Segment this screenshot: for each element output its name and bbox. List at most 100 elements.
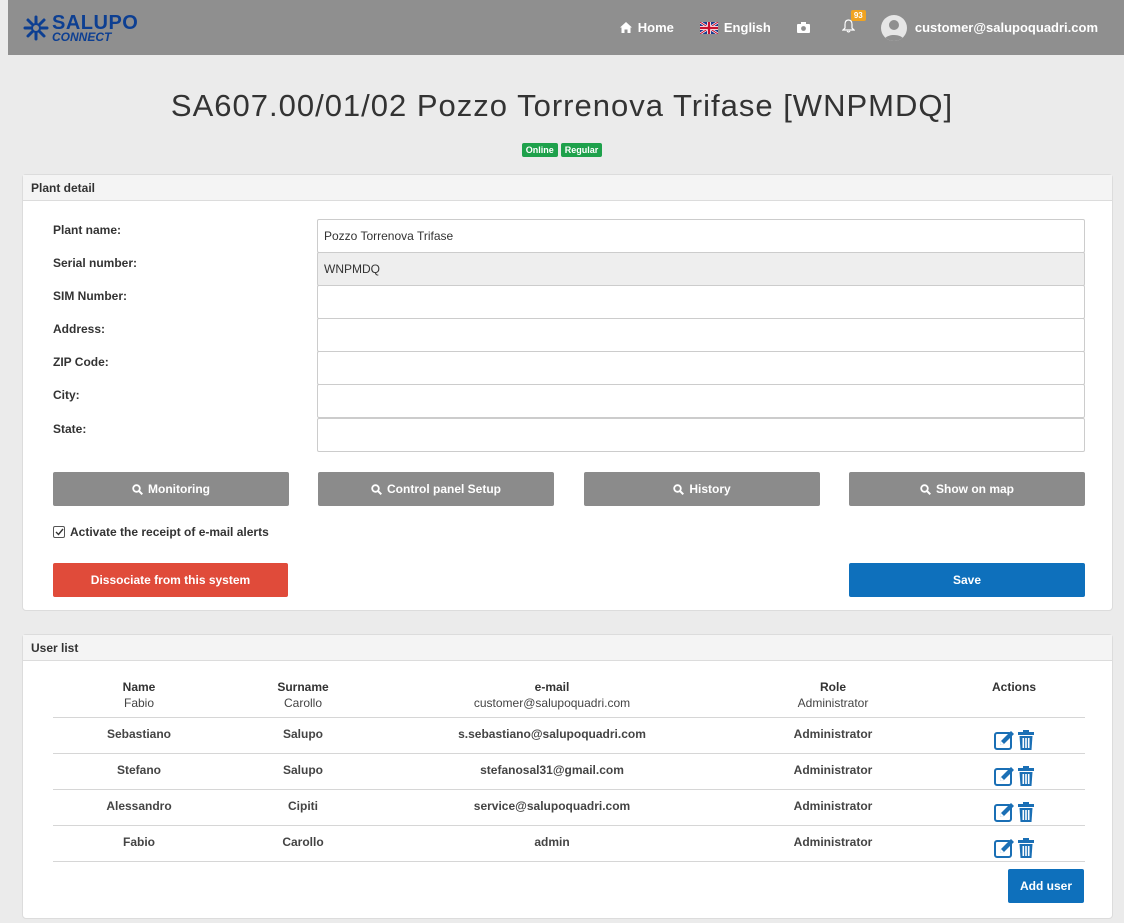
user-surname: Cipiti	[225, 789, 381, 826]
user-surname: Salupo	[225, 717, 381, 754]
edit-icon[interactable]	[994, 766, 1016, 786]
nav-user-menu[interactable]: customer@salupoquadri.com	[880, 14, 1098, 41]
show-on-map-label: Show on map	[936, 482, 1014, 496]
checkbox-checked-icon[interactable]	[53, 526, 65, 538]
user-email: customer@salupoquadri.com	[381, 695, 723, 718]
status-badges: Online Regular	[0, 143, 1124, 157]
nav-notifications[interactable]: 93	[841, 10, 866, 36]
state-input[interactable]	[317, 418, 1085, 452]
nav-language[interactable]: English	[699, 20, 771, 35]
plant-name-row: Plant name:	[53, 219, 1085, 253]
user-table: Name Surname e-mail Role Actions Fabio C…	[53, 679, 1085, 862]
user-role: Administrator	[723, 789, 943, 826]
plant-name-input[interactable]	[317, 219, 1085, 253]
dissociate-button[interactable]: Dissociate from this system	[53, 563, 288, 597]
history-button-label: History	[689, 482, 731, 496]
save-button[interactable]: Save	[849, 563, 1085, 597]
top-navbar: SALUPO CONNECT Home English 93 customer@…	[8, 0, 1124, 55]
add-user-button[interactable]: Add user	[1008, 869, 1084, 903]
state-row: State:	[53, 418, 1085, 452]
table-row: Sebastiano Salupo s.sebastiano@salupoqua…	[53, 717, 1085, 754]
table-row: Fabio Carollo customer@salupoquadri.com …	[53, 695, 1085, 718]
sim-number-label: SIM Number:	[53, 289, 128, 303]
control-panel-setup-button[interactable]: Control panel Setup	[318, 472, 554, 506]
user-email: admin	[381, 825, 723, 862]
user-list-panel: User list Name Surname e-mail Role Actio…	[22, 634, 1113, 919]
user-actions	[943, 717, 1085, 754]
monitoring-button[interactable]: Monitoring	[53, 472, 289, 506]
address-label: Address:	[53, 322, 106, 336]
user-name: Fabio	[53, 695, 225, 718]
zip-code-label: ZIP Code:	[53, 355, 109, 369]
uk-flag-icon	[699, 21, 718, 34]
email-alerts-label: Activate the receipt of e-mail alerts	[70, 525, 269, 539]
zip-code-input[interactable]	[317, 351, 1085, 385]
bell-icon	[841, 19, 856, 36]
user-surname: Carollo	[225, 825, 381, 862]
nav-camera[interactable]	[796, 22, 816, 33]
city-input[interactable]	[317, 384, 1085, 418]
search-icon	[673, 483, 685, 495]
trash-icon[interactable]	[1018, 801, 1034, 822]
nav-home-label: Home	[637, 20, 674, 35]
history-button[interactable]: History	[584, 472, 820, 506]
edit-icon[interactable]	[994, 730, 1016, 750]
user-surname: Carollo	[225, 695, 381, 718]
state-label: State:	[53, 422, 87, 436]
salupo-logo-icon	[23, 15, 49, 40]
plant-detail-header: Plant detail	[23, 175, 1112, 201]
nav-home[interactable]: Home	[619, 20, 674, 35]
user-table-header-row: Name Surname e-mail Role Actions	[53, 679, 1085, 695]
show-on-map-button[interactable]: Show on map	[849, 472, 1085, 506]
user-avatar-icon	[880, 14, 907, 41]
edit-icon[interactable]	[994, 838, 1016, 858]
column-role: Role	[819, 680, 846, 694]
serial-number-row: Serial number:	[53, 252, 1085, 286]
column-actions: Actions	[991, 680, 1036, 694]
user-name: Stefano	[53, 753, 225, 790]
email-alerts-checkbox-row[interactable]: Activate the receipt of e-mail alerts	[53, 525, 269, 539]
brand-logo[interactable]: SALUPO CONNECT	[22, 13, 138, 43]
nav-language-label: English	[723, 20, 771, 35]
camera-icon	[796, 22, 810, 33]
control-panel-setup-label: Control panel Setup	[387, 482, 501, 496]
user-name: Alessandro	[53, 789, 225, 826]
trash-icon[interactable]	[1018, 765, 1034, 786]
user-email: service@salupoquadri.com	[381, 789, 723, 826]
user-name: Sebastiano	[53, 717, 225, 754]
serial-number-label: Serial number:	[53, 256, 138, 270]
city-label: City:	[53, 388, 80, 402]
user-role: Administrator	[723, 753, 943, 790]
user-email: stefanosal31@gmail.com	[381, 753, 723, 790]
user-actions	[943, 825, 1085, 862]
zip-code-row: ZIP Code:	[53, 351, 1085, 385]
user-role: Administrator	[723, 825, 943, 862]
status-badge-regular: Regular	[560, 143, 603, 157]
edit-icon[interactable]	[994, 802, 1016, 822]
sim-number-row: SIM Number:	[53, 285, 1085, 319]
plant-name-label: Plant name:	[53, 223, 122, 237]
trash-icon[interactable]	[1018, 729, 1034, 750]
search-icon	[371, 483, 382, 495]
city-row: City:	[53, 384, 1085, 418]
trash-icon[interactable]	[1018, 837, 1034, 858]
sim-number-input[interactable]	[317, 285, 1085, 319]
page-title: SA607.00/01/02 Pozzo Torrenova Trifase […	[170, 88, 954, 123]
table-row: Stefano Salupo stefanosal31@gmail.com Ad…	[53, 753, 1085, 790]
user-name: Fabio	[53, 825, 225, 862]
table-row: Alessandro Cipiti service@salupoquadri.c…	[53, 789, 1085, 826]
user-actions	[943, 789, 1085, 826]
user-role: Administrator	[723, 695, 943, 718]
column-name: Name	[122, 680, 156, 694]
user-role: Administrator	[723, 717, 943, 754]
user-email: s.sebastiano@salupoquadri.com	[381, 717, 723, 754]
user-surname: Salupo	[225, 753, 381, 790]
notification-count-badge: 93	[850, 10, 866, 21]
monitoring-button-label: Monitoring	[148, 482, 210, 496]
column-email: e-mail	[534, 680, 570, 694]
address-input[interactable]	[317, 318, 1085, 352]
search-icon	[920, 483, 931, 495]
address-row: Address:	[53, 318, 1085, 352]
status-badge-online: Online	[521, 143, 558, 157]
table-row: Fabio Carollo admin Administrator	[53, 825, 1085, 862]
